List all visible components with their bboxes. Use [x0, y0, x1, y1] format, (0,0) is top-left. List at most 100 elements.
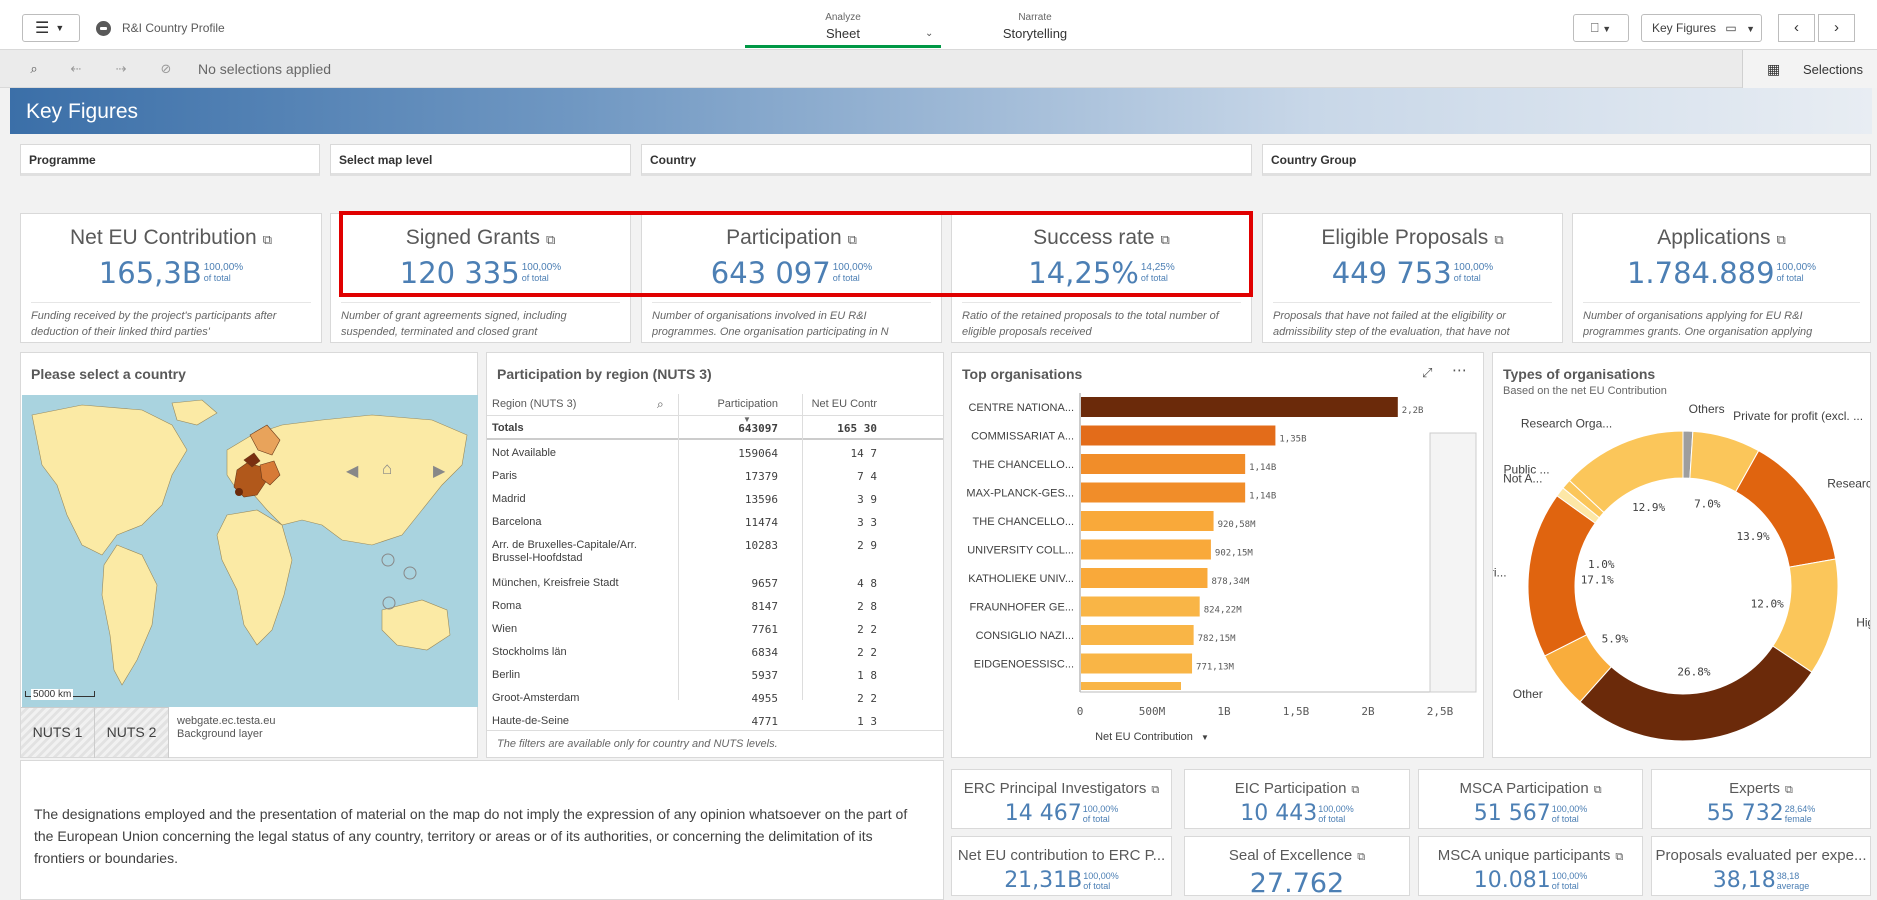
- chevron-down-icon: ▼: [55, 23, 65, 33]
- donut-percent-label: 5.9%: [1602, 632, 1629, 645]
- bar[interactable]: [1081, 568, 1208, 588]
- top-orgs-bar-chart[interactable]: CENTRE NATIONA... 2,2B COMMISSARIAT A... 1,…: [952, 389, 1483, 719]
- bar[interactable]: [1081, 425, 1276, 446]
- table-row[interactable]: Not Available 159064 14 7: [487, 442, 943, 465]
- region-net-eu: 7 4: [857, 470, 877, 483]
- bottom-kpi-card[interactable]: Seal of Excellence ⧉ 27.762: [1184, 836, 1410, 899]
- table-row[interactable]: Berlin 5937 1 8: [487, 664, 943, 687]
- bar[interactable]: [1081, 625, 1194, 645]
- home-icon[interactable]: ⌂: [382, 459, 392, 479]
- next-sheet-button[interactable]: ›: [1818, 14, 1855, 42]
- more-options-icon[interactable]: ⋯: [1452, 361, 1467, 379]
- bottom-kpi-card[interactable]: EIC Participation ⧉ 10 443 100,00% of total: [1184, 769, 1410, 829]
- clear-selections-icon[interactable]: ⊘: [158, 61, 174, 77]
- table-row[interactable]: Groot-Amsterdam 4955 2 2: [487, 687, 943, 710]
- bottom-kpi-title-row: EIC Participation ⧉: [1185, 780, 1409, 797]
- donut-percent-label: 17.1%: [1581, 573, 1614, 586]
- bottom-kpi-card[interactable]: Proposals evaluated per expe... 38,18 38,…: [1651, 836, 1871, 896]
- kpi-net-eu-contribution-share-value: 100,00%: [203, 262, 244, 273]
- external-link-icon[interactable]: ⧉: [1594, 784, 1602, 796]
- totals-participation: 643097: [738, 422, 778, 435]
- table-row[interactable]: Roma 8147 2 8: [487, 595, 943, 618]
- bar[interactable]: [1081, 539, 1211, 560]
- bottom-kpi-share: 100,00% of total: [1318, 804, 1354, 824]
- external-link-icon[interactable]: ⧉: [1615, 851, 1623, 863]
- types-orgs-donut-chart[interactable]: Others Private for profit (excl. ... 7.0% R…: [1493, 401, 1870, 757]
- table-row[interactable]: Stockholms län 6834 2 2: [487, 641, 943, 664]
- bottom-kpi-value-row: 10.081 100,00% of total: [1419, 868, 1642, 893]
- step-back-icon[interactable]: ⇠: [68, 61, 84, 77]
- kpi-net-eu-contribution[interactable]: Net EU Contribution ⧉ 165,3B 100,00% of tot…: [20, 213, 322, 343]
- map-attribution: webgate.ec.testa.eu Background layer: [177, 715, 275, 741]
- donut-slice[interactable]: [1579, 645, 1813, 742]
- kpi-net-eu-contribution-share: 100,00% of total: [204, 262, 243, 283]
- expand-icon[interactable]: ⤢: [1422, 365, 1432, 381]
- region-net-eu: 3 3: [857, 516, 877, 529]
- bar-partial[interactable]: [1081, 682, 1181, 690]
- totals-net: 165 30: [837, 422, 877, 435]
- bottom-kpi-share-value: 100,00%: [1551, 871, 1588, 881]
- bar[interactable]: [1081, 596, 1200, 617]
- filter-country[interactable]: Country: [641, 144, 1252, 176]
- filter-programme[interactable]: Programme: [20, 144, 320, 176]
- filter-country-group[interactable]: Country Group: [1262, 144, 1871, 176]
- external-link-icon[interactable]: ⧉: [1494, 232, 1503, 247]
- external-link-icon[interactable]: ⧉: [263, 232, 272, 247]
- donut-slice[interactable]: [1735, 450, 1837, 568]
- top-organisations-panel: Top organisations ⤢ ⋯ CENTRE NATIONA... 2…: [951, 352, 1484, 758]
- external-link-icon[interactable]: ⧉: [1151, 784, 1159, 796]
- sheet-selector-button[interactable]: Key Figures ▭ ▼: [1641, 14, 1762, 42]
- kpi-eligible-proposals[interactable]: Eligible Proposals ⧉ 449 753 100,00% of tot…: [1262, 213, 1563, 343]
- table-row[interactable]: Paris 17379 7 4: [487, 465, 943, 488]
- search-icon[interactable]: ⌕: [657, 397, 664, 412]
- region-participation: 4955: [751, 692, 779, 705]
- nuts2-button[interactable]: NUTS 2: [95, 708, 169, 758]
- previous-sheet-button[interactable]: ‹: [1778, 14, 1815, 42]
- types-orgs-subtitle: Based on the net EU Contribution: [1503, 385, 1667, 397]
- bottom-kpi-card[interactable]: Net EU contribution to ERC P... 21,31B 10…: [951, 836, 1172, 896]
- bottom-kpi-card[interactable]: ERC Principal Investigators ⧉ 14 467 100,0…: [951, 769, 1172, 829]
- smart-search-icon[interactable]: ⌕: [26, 61, 42, 77]
- col-header-participation[interactable]: Participation: [667, 398, 778, 410]
- selections-toggle[interactable]: ▦ Selections: [1742, 50, 1877, 88]
- chevron-right-icon[interactable]: ▶: [433, 461, 445, 481]
- external-link-icon[interactable]: ⧉: [1351, 784, 1359, 796]
- bottom-kpi-value-row: 38,18 38,18 average: [1652, 868, 1870, 893]
- bottom-kpi-value: 21,31B: [1004, 868, 1083, 893]
- map-disclaimer-text: The designations employed and the presen…: [34, 806, 908, 866]
- table-row[interactable]: Wien 7761 2 2: [487, 618, 943, 641]
- bottom-kpi-share-caption: average: [1776, 881, 1810, 891]
- external-link-icon[interactable]: ⧉: [1357, 851, 1365, 863]
- table-row[interactable]: München, Kreisfreie Stadt 9657 4 8: [487, 572, 943, 595]
- table-row[interactable]: Barcelona 11474 3 3: [487, 511, 943, 534]
- external-link-icon[interactable]: ⧉: [1785, 784, 1793, 796]
- bottom-kpi-card[interactable]: MSCA Participation ⧉ 51 567 100,00% of tota…: [1418, 769, 1643, 829]
- col-header-net-eu[interactable]: Net EU Contr: [787, 398, 877, 410]
- kpi-applications[interactable]: Applications ⧉ 1.784.889 100,00% of total N…: [1572, 213, 1871, 343]
- bottom-kpi-card[interactable]: Experts ⧉ 55 732 28,64% female: [1651, 769, 1871, 829]
- data-label: 1,35B: [1279, 435, 1306, 445]
- table-row[interactable]: Arr. de Bruxelles-Capitale/Arr. Brussel-…: [487, 534, 943, 572]
- top-orgs-xlabel[interactable]: Net EU Contribution ▼: [952, 731, 1352, 743]
- bookmark-button[interactable]: ⎕ ▼: [1573, 14, 1629, 42]
- nuts1-button[interactable]: NUTS 1: [21, 708, 95, 758]
- main-menu-button[interactable]: ☰ ▼: [22, 14, 80, 42]
- world-map[interactable]: [22, 395, 478, 707]
- tab-analyze[interactable]: Analyze Sheet: [745, 12, 941, 48]
- bar[interactable]: [1081, 454, 1246, 474]
- chevron-left-icon[interactable]: ◀: [346, 461, 358, 481]
- bottom-kpi-share-caption: of total: [1551, 814, 1579, 824]
- bottom-kpi-card[interactable]: MSCA unique participants ⧉ 10.081 100,00% o…: [1418, 836, 1643, 896]
- filter-map-level[interactable]: Select map level: [330, 144, 631, 176]
- bar[interactable]: [1081, 397, 1398, 417]
- kpi-net-eu-contribution-share-caption: of total: [203, 273, 231, 283]
- bar[interactable]: [1081, 482, 1246, 503]
- external-link-icon[interactable]: ⧉: [1776, 232, 1785, 247]
- tab-narrate[interactable]: Narrate Storytelling: [937, 12, 1133, 48]
- table-row[interactable]: Madrid 13596 3 9: [487, 488, 943, 511]
- bar[interactable]: [1081, 511, 1214, 531]
- bar[interactable]: [1081, 653, 1193, 674]
- col-header-region[interactable]: Region (NUTS 3): [492, 398, 576, 410]
- chevron-down-icon[interactable]: ⌄: [925, 28, 933, 39]
- step-forward-icon[interactable]: ⇢: [113, 61, 129, 77]
